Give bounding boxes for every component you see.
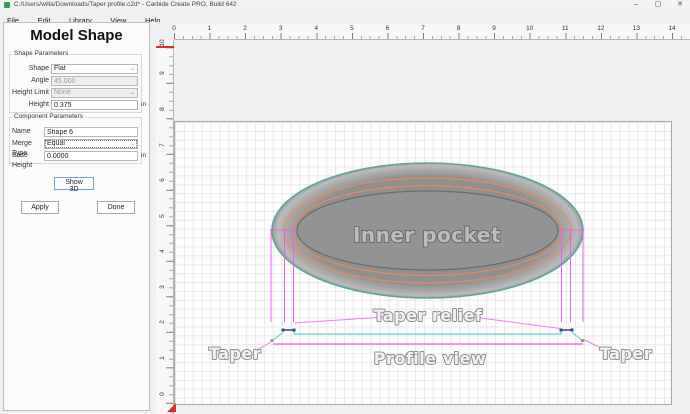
vertex-handle[interactable] xyxy=(282,329,285,332)
merge-type-select[interactable]: Equal ⌄ xyxy=(44,139,138,149)
ruler-tick-label: 9 xyxy=(158,67,168,79)
title-bar: C:/Users/willa/Downloads/Taper profile.c… xyxy=(0,0,690,10)
profile-cyan-lines[interactable] xyxy=(273,331,583,341)
apply-button[interactable]: Apply xyxy=(21,201,59,214)
ruler-tick-label: 14 xyxy=(668,25,675,32)
component-parameters-legend: Component Parameters xyxy=(12,113,85,121)
chevron-down-icon: ⌄ xyxy=(130,89,135,97)
ruler-tick-label: 7 xyxy=(158,139,168,151)
ruler-tick-label: 5 xyxy=(350,25,354,32)
ruler-tick-label: 3 xyxy=(158,281,168,293)
base-height-input[interactable] xyxy=(45,152,137,160)
ruler-tick-label: 8 xyxy=(158,103,168,115)
ruler-tick-label: 11 xyxy=(562,25,569,32)
taper-right-label[interactable]: Taper xyxy=(600,344,652,363)
angle-label: Angle xyxy=(9,76,49,86)
height-limit-label: Height Limit xyxy=(9,88,49,98)
ruler-tick-label: 2 xyxy=(243,25,247,32)
ruler-tick-label: 6 xyxy=(158,174,168,186)
ruler-tick-label: 4 xyxy=(158,245,168,257)
ruler-tick-label: 7 xyxy=(421,25,425,32)
height-field-wrap xyxy=(51,100,138,110)
origin-triangle xyxy=(167,403,176,412)
ruler-tick-label: 0 xyxy=(158,388,168,400)
carbide-create-window: C:/Users/willa/Downloads/Taper profile.c… xyxy=(0,0,690,414)
profile-view-label[interactable]: Profile view xyxy=(374,349,487,368)
shape-select-value: Flat xyxy=(54,65,130,73)
taper-ramp-right xyxy=(572,333,583,341)
ruler-tick-label: 8 xyxy=(457,25,461,32)
shape-parameters-legend: Shape Parameters xyxy=(12,50,70,58)
vertical-ruler: 10 9 8 7 6 5 4 3 2 1 0 xyxy=(156,40,174,414)
vertex-handles-navy xyxy=(282,329,574,332)
leader-taper-relief-right xyxy=(473,317,560,329)
vertex-handle[interactable] xyxy=(560,329,563,332)
chevron-down-icon: ⌄ xyxy=(130,65,135,73)
window-title: C:/Users/willa/Downloads/Taper profile.c… xyxy=(14,1,237,9)
taper-left-label[interactable]: Taper xyxy=(209,344,261,363)
name-field-wrap xyxy=(44,127,138,137)
inner-pocket-label[interactable]: Inner pocket xyxy=(353,223,501,247)
base-height-label: Base Height xyxy=(12,151,46,171)
height-unit: in xyxy=(141,100,146,110)
design-canvas[interactable]: Inner pocket Taper relief Profile view T… xyxy=(174,121,672,405)
shape-select[interactable]: Flat ⌄ xyxy=(51,64,138,74)
base-height-unit: in xyxy=(141,151,146,161)
vertex-handle[interactable] xyxy=(293,329,296,332)
height-input[interactable] xyxy=(52,101,137,109)
height-limit-select[interactable]: None ⌄ xyxy=(51,88,138,98)
shape-label: Shape xyxy=(9,64,49,74)
taper-relief-label[interactable]: Taper relief xyxy=(374,306,483,325)
maximize-button[interactable]: ▢ xyxy=(648,0,668,10)
ruler-tick-label: 3 xyxy=(279,25,283,32)
angle-field-wrap xyxy=(51,76,138,86)
taper-ramp-left xyxy=(273,333,284,341)
menu-bar: File Edit Library View Help xyxy=(0,10,690,22)
chevron-down-icon: ⌄ xyxy=(130,140,135,148)
ruler-tick-label: 12 xyxy=(597,25,604,32)
ruler-limit-marker xyxy=(156,46,174,48)
model-shape-panel: Model Shape Shape Parameters Shape Flat … xyxy=(3,22,150,411)
ruler-tick-label: 2 xyxy=(158,316,168,328)
vertex-handle[interactable] xyxy=(571,329,574,332)
height-label: Height xyxy=(9,100,49,110)
done-button[interactable]: Done xyxy=(97,201,135,214)
vertex-handles-olive xyxy=(271,339,585,342)
ruler-tick-label: 13 xyxy=(633,25,640,32)
ruler-tick-label: 10 xyxy=(526,25,533,32)
close-button[interactable]: ✕ xyxy=(670,0,690,10)
base-height-field-wrap xyxy=(44,151,138,161)
ruler-tick-label: 9 xyxy=(492,25,496,32)
horizontal-ruler: 0 1 2 3 4 5 6 7 8 9 10 11 12 13 14 xyxy=(174,24,690,40)
leader-taper-right xyxy=(584,340,602,349)
angle-input[interactable] xyxy=(52,77,137,85)
ruler-tick-label: 0 xyxy=(172,25,176,32)
ruler-tick-label: 6 xyxy=(386,25,390,32)
height-limit-value: None xyxy=(54,89,130,97)
name-input[interactable] xyxy=(45,128,137,136)
ruler-tick-label: 1 xyxy=(158,352,168,364)
merge-type-value: Equal xyxy=(47,140,130,148)
app-logo-icon xyxy=(4,2,10,8)
show-3d-button[interactable]: Show 3D xyxy=(54,177,94,190)
ruler-tick-label: 1 xyxy=(208,25,212,32)
name-label: Name xyxy=(12,127,46,137)
leader-taper-relief-left xyxy=(295,317,383,323)
ruler-tick-label: 4 xyxy=(314,25,318,32)
origin-marker-icon xyxy=(167,403,176,412)
panel-title: Model Shape xyxy=(4,27,149,44)
ruler-tick-label: 5 xyxy=(158,210,168,222)
minimize-button[interactable]: – xyxy=(626,0,646,10)
